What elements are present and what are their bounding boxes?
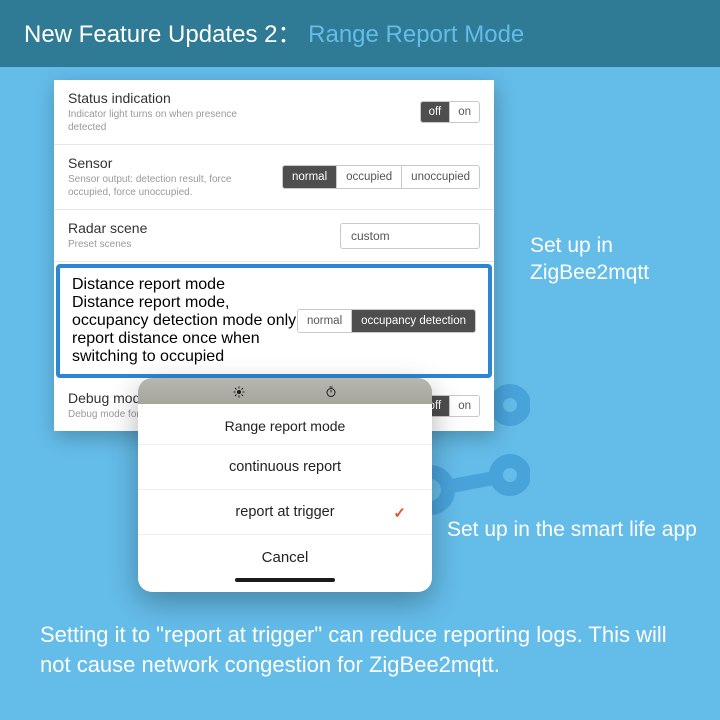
home-indicator (138, 574, 432, 592)
callout-zigbee2mqtt: Set up in ZigBee2mqtt (530, 232, 720, 287)
smart-life-sheet: Range report mode continuous report repo… (138, 378, 432, 592)
brightness-icon (233, 385, 245, 397)
debug-on[interactable]: on (450, 396, 479, 416)
sensor-toggle[interactable]: normal occupied unoccupied (282, 165, 480, 189)
distance-normal[interactable]: normal (298, 310, 352, 332)
sheet-title: Range report mode (138, 404, 432, 444)
footer-text: Setting it to "report at trigger" can re… (40, 620, 680, 679)
cancel-button[interactable]: Cancel (138, 534, 432, 574)
distance-label: Distance report mode (72, 276, 297, 294)
option-continuous-report[interactable]: continuous report (138, 444, 432, 489)
row-distance-report-mode: Distance report mode Distance report mod… (56, 264, 492, 378)
callout-smartlife: Set up in the smart life app (447, 518, 697, 542)
sensor-occupied[interactable]: occupied (337, 166, 402, 188)
page-header: New Feature Updates 2： Range Report Mode (0, 0, 720, 67)
sheet-topbar (138, 378, 432, 404)
sensor-unoccupied[interactable]: unoccupied (402, 166, 479, 188)
sensor-label: Sensor (68, 155, 272, 171)
status-on[interactable]: on (450, 102, 479, 122)
header-prefix: New Feature Updates 2： (24, 21, 301, 48)
radar-label: Radar scene (68, 220, 330, 236)
status-label: Status indication (68, 90, 410, 106)
row-radar-scene: Radar scene Preset scenes custom (54, 210, 494, 262)
option-report-at-trigger[interactable]: report at trigger (138, 489, 432, 534)
timer-icon (325, 385, 337, 397)
distance-toggle[interactable]: normal occupancy detection (297, 309, 476, 333)
distance-desc: Distance report mode, occupancy detectio… (72, 294, 297, 366)
radar-select[interactable]: custom (340, 223, 480, 249)
radar-desc: Preset scenes (68, 238, 278, 251)
header-title: Range Report Mode (308, 21, 524, 48)
row-status-indication: Status indication Indicator light turns … (54, 80, 494, 145)
status-toggle[interactable]: off on (420, 101, 480, 123)
sensor-desc: Sensor output: detection result, force o… (68, 173, 272, 199)
distance-occupancy[interactable]: occupancy detection (352, 310, 475, 332)
status-off[interactable]: off (421, 102, 451, 122)
sensor-normal[interactable]: normal (283, 166, 337, 188)
row-sensor: Sensor Sensor output: detection result, … (54, 145, 494, 210)
status-desc: Indicator light turns on when presence d… (68, 108, 278, 134)
